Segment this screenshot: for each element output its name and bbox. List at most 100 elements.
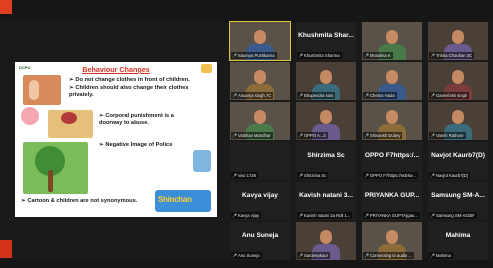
participant-label: 🎤Vansh Rathore (429, 132, 466, 139)
participant-tile[interactable]: Kavya vijay 🎤Kavya vijay (230, 182, 290, 220)
muted-mic-icon: 🎤 (364, 253, 369, 258)
participant-label: 🎤Ganeshish singh (429, 92, 470, 99)
participant-face (386, 30, 398, 44)
muted-mic-icon: 🎤 (232, 173, 237, 178)
participant-label: 🎤Bhupendra soni (297, 92, 336, 99)
participant-label: 🎤Khushmita Sharma (297, 52, 342, 59)
participant-label: 🎤Samsung SM-A325F (429, 212, 477, 219)
participant-label: 🎤OPPO A...3 (297, 132, 328, 139)
participant-tile[interactable]: Shirzima Sc 🎤Shirzima Sc (296, 142, 356, 180)
muted-mic-icon: 🎤 (430, 253, 435, 258)
participant-label: 🎤Navjot Kaurb7[D] (429, 172, 470, 179)
participant-label: 🎤Anuarya singh 7C (231, 92, 274, 99)
muted-mic-icon: 🎤 (430, 173, 435, 178)
participant-name: Shivansh Dubey (369, 133, 401, 138)
slide-bullet: ➢ Children should also change their clot… (69, 85, 189, 98)
participant-label: 🎤Kavya vijay (231, 212, 262, 219)
slide-bullet: ➢ Negative Image of Police (99, 142, 173, 148)
muted-mic-icon: 🎤 (364, 53, 369, 58)
participant-name: Anuarya singh 7C (237, 93, 272, 98)
participant-label: 🎤Shirzima Sc (297, 172, 329, 179)
participant-face (254, 110, 266, 124)
cartoon-logo-text: Shinchan (158, 195, 192, 204)
muted-mic-icon: 🎤 (232, 213, 237, 218)
muted-mic-icon: 🎤 (232, 133, 237, 138)
participant-tile[interactable]: Anu Suneja 🎤Anu Suneja (230, 222, 290, 260)
participant-name: Monalisa K (369, 53, 391, 58)
participant-name: Khushmita Sharma (303, 53, 340, 58)
illustration-figure (29, 80, 39, 100)
participant-face (320, 70, 332, 84)
participant-label: 🎤Monalisa K (363, 52, 393, 59)
muted-mic-icon: 🎤 (298, 213, 303, 218)
slide-bullet: ➢ Corporal punishment is a doorway to ab… (99, 113, 174, 126)
participant-tile[interactable]: 🎤vivo 1726 (230, 142, 290, 180)
shared-screen-slide[interactable]: DCPU Behaviour Changes Shinchan ➢ Do not… (15, 62, 217, 217)
participant-tile[interactable]: 🎤Shivansh Dubey (362, 102, 422, 140)
participant-name: OPPO F7https://ss04w... (369, 173, 416, 178)
participant-name-display: Navjot Kaurb7(D) (431, 152, 485, 159)
participant-tile[interactable]: Mahima 🎤Mahima (428, 222, 488, 260)
participant-name: Vansh Rathore (435, 133, 464, 138)
participant-name: Navjot Kaurb7[D] (435, 173, 468, 178)
participant-tile[interactable]: Navjot Kaurb7(D) 🎤Navjot Kaurb7[D] (428, 142, 488, 180)
participant-tile[interactable]: 🎤OPPO A...3 (296, 102, 356, 140)
participant-name-display: Kavish natani 3... (299, 192, 353, 199)
illustration-figure (61, 112, 77, 124)
participant-tile[interactable]: 🎤Monalisa K (362, 22, 422, 60)
participant-tile[interactable]: 🎤Saumya Pushkarna (229, 21, 291, 61)
participant-label: 🎤Anu Suneja (231, 252, 262, 259)
participant-tile[interactable]: 🎤Connecting to audio ... (362, 222, 422, 260)
participant-label: 🎤Kavish natani 3a Roll 1... (297, 212, 353, 219)
muted-mic-icon: 🎤 (364, 93, 369, 98)
participant-tile[interactable]: 🎤Trisha Chouhan 3C (428, 22, 488, 60)
participant-label: 🎤Shivansh Dubey (363, 132, 403, 139)
participant-face (254, 30, 266, 44)
participant-face (386, 110, 398, 124)
participant-label: 🎤OPPO F7https://ss04w... (363, 172, 418, 179)
participant-name-display: Anu Suneja (241, 232, 279, 239)
muted-mic-icon: 🎤 (430, 53, 435, 58)
participant-label: 🎤Trisha Chouhan 3C (429, 52, 475, 59)
slide-bullet: ➢ Do not change clothes in front of chil… (69, 77, 190, 83)
slide-bullet: ➢ Cartoon & children are not synonymous. (21, 198, 138, 204)
participant-label: 🎤Vaibhav Mandhar (231, 132, 273, 139)
muted-mic-icon: 🎤 (232, 93, 237, 98)
participant-tile[interactable]: PRIYANKA GUP... 🎤PRIYANKA GUPTA(gau... (362, 182, 422, 220)
participant-name: Vaibhav Mandhar (237, 133, 271, 138)
muted-mic-icon: 🎤 (298, 133, 303, 138)
participant-label: 🎤PRIYANKA GUPTA(gau... (363, 212, 420, 219)
participant-name: Bhupendra soni (303, 93, 334, 98)
participant-tile[interactable]: Samsung SM-A... 🎤Samsung SM-A325F (428, 182, 488, 220)
participant-label: 🎤Mahima (429, 252, 453, 259)
illustration-tree-trunk (48, 170, 53, 192)
muted-mic-icon: 🎤 (232, 253, 237, 258)
participant-tile[interactable]: 🎤Ganeshish singh (428, 62, 488, 100)
muted-mic-icon: 🎤 (232, 53, 237, 58)
participant-tile[interactable]: 🎤Sardeepkaur (296, 222, 356, 260)
participant-name-display: Shirzima Sc (307, 152, 345, 159)
participant-tile[interactable]: 🎤Vansh Rathore (428, 102, 488, 140)
participant-name-display: OPPO F7https:/... (364, 152, 420, 159)
participant-tile[interactable]: 🎤Chetna Hada (362, 62, 422, 100)
participant-tile[interactable]: 🎤Anuarya singh 7C (230, 62, 290, 100)
participant-label: 🎤Saumya Pushkarna (231, 52, 277, 59)
participant-name: Kavish natani 3a Roll 1... (303, 213, 351, 218)
participant-face (452, 30, 464, 44)
participant-name: Connecting to audio ... (369, 253, 412, 258)
participant-label: 🎤vivo 1726 (231, 172, 258, 179)
participant-face (386, 230, 398, 244)
participant-tile[interactable]: OPPO F7https:/... 🎤OPPO F7https://ss04w..… (362, 142, 422, 180)
participant-name: Shirzima Sc (303, 173, 327, 178)
participant-name-display: PRIYANKA GUP... (364, 192, 420, 199)
cartoon-logo: Shinchan (155, 190, 211, 212)
participant-tile[interactable]: Kavish natani 3... 🎤Kavish natani 3a Roll… (296, 182, 356, 220)
participant-tile[interactable]: Khushmita Shar... 🎤Khushmita Sharma (296, 22, 356, 60)
muted-mic-icon: 🎤 (430, 133, 435, 138)
participant-tile[interactable]: 🎤Bhupendra soni (296, 62, 356, 100)
participant-name-display: Mahima (445, 232, 471, 239)
participant-tile[interactable]: 🎤Vaibhav Mandhar (230, 102, 290, 140)
participant-name: Samsung SM-A325F (435, 213, 475, 218)
participant-face (320, 110, 332, 124)
participant-name: OPPO A...3 (303, 133, 326, 138)
